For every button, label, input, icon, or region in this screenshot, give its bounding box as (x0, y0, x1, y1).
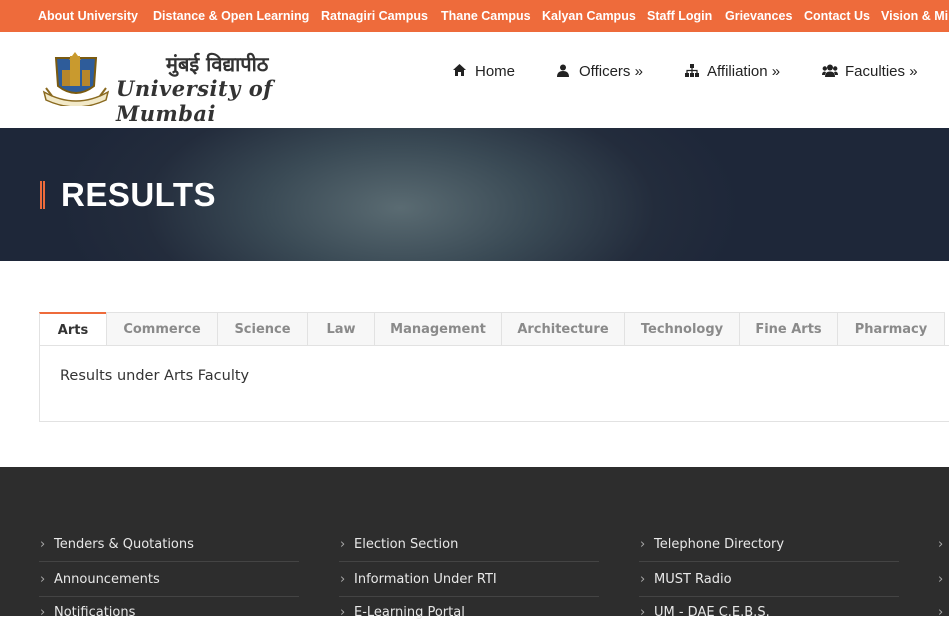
nav-label: Affiliation » (707, 63, 781, 80)
chevron-right-icon: › (340, 537, 346, 552)
footer-link-election-section[interactable]: › Election Section (340, 537, 458, 552)
users-icon (822, 64, 838, 77)
university-crest-icon (42, 52, 110, 106)
chevron-right-icon: › (938, 572, 944, 587)
divider (39, 596, 299, 597)
topbar-link-contact-us[interactable]: Contact Us (804, 9, 870, 23)
topbar-link-staff-login[interactable]: Staff Login (647, 9, 712, 23)
site-header: मुंबई विद्यापीठ University of Mumbai Hom… (0, 32, 949, 128)
title-accent-bar (40, 181, 45, 209)
chevron-right-icon: › (340, 605, 346, 620)
chevron-right-icon: › (640, 572, 646, 587)
tab-fine-arts[interactable]: Fine Arts (739, 312, 838, 346)
footer-link-notifications[interactable]: › Notifications (40, 605, 135, 620)
divider (339, 561, 599, 562)
topbar-link-distance-open-learning[interactable]: Distance & Open Learning (153, 9, 309, 23)
footer-link-um-dae-cebs[interactable]: › UM - DAE C.E.B.S. (640, 605, 770, 620)
topbar-link-kalyan-campus[interactable]: Kalyan Campus (542, 9, 636, 23)
chevron-right-icon: › (938, 605, 944, 620)
chevron-right-icon: › (40, 572, 46, 587)
nav-label: Officers » (579, 63, 643, 80)
tab-panel: Results under Arts Faculty (39, 345, 949, 422)
topbar-link-about-university[interactable]: About University (38, 9, 138, 23)
divider (339, 596, 599, 597)
faculty-tabs: Arts Commerce Science Law Management Arc… (39, 312, 949, 346)
topbar-link-vision-mission[interactable]: Vision & Mi (881, 9, 948, 23)
panel-text: Results under Arts Faculty (60, 368, 250, 384)
nav-label: Faculties » (845, 63, 918, 80)
chevron-right-icon: › (340, 572, 346, 587)
topbar-link-thane-campus[interactable]: Thane Campus (441, 9, 531, 23)
tab-commerce[interactable]: Commerce (106, 312, 218, 346)
logo-hindi-text: मुंबई विद्यापीठ (166, 52, 269, 76)
footer-link-elearning-portal[interactable]: › E-Learning Portal (340, 605, 465, 620)
user-icon (557, 64, 569, 77)
divider (39, 561, 299, 562)
footer-link-telephone-directory[interactable]: › Telephone Directory (640, 537, 784, 552)
divider (639, 561, 899, 562)
chevron-right-icon: › (640, 537, 646, 552)
tab-management[interactable]: Management (374, 312, 502, 346)
tab-pharmacy[interactable]: Pharmacy (837, 312, 945, 346)
chevron-right-icon: › (938, 537, 944, 552)
tab-architecture[interactable]: Architecture (501, 312, 625, 346)
nav-label: Home (475, 63, 516, 80)
site-footer: › Tenders & Quotations › Announcements › No… (0, 467, 949, 620)
top-bar: About University Distance & Open Learnin… (0, 0, 949, 32)
tab-technology[interactable]: Technology (624, 312, 740, 346)
logo-english-text: University of Mumbai (116, 76, 273, 126)
topbar-link-ratnagiri-campus[interactable]: Ratnagiri Campus (321, 9, 428, 23)
chevron-right-icon: › (40, 605, 46, 620)
chevron-right-icon: › (640, 605, 646, 620)
page-banner: RESULTS (0, 128, 949, 261)
tab-arts[interactable]: Arts (39, 312, 107, 346)
university-logo[interactable]: मुंबई विद्यापीठ University of Mumbai (42, 50, 322, 126)
divider (639, 596, 899, 597)
footer-link-must-radio[interactable]: › MUST Radio (640, 572, 732, 587)
footer-link-announcements[interactable]: › Announcements (40, 572, 160, 587)
footer-link-rti[interactable]: › Information Under RTI (340, 572, 497, 587)
chevron-right-icon: › (40, 537, 46, 552)
tab-science[interactable]: Science (217, 312, 308, 346)
home-icon (453, 64, 466, 76)
page-title: RESULTS (61, 176, 217, 213)
footer-link-tenders[interactable]: › Tenders & Quotations (40, 537, 194, 552)
topbar-link-grievances[interactable]: Grievances (725, 9, 792, 23)
tab-law[interactable]: Law (307, 312, 375, 346)
sitemap-icon (685, 64, 699, 77)
